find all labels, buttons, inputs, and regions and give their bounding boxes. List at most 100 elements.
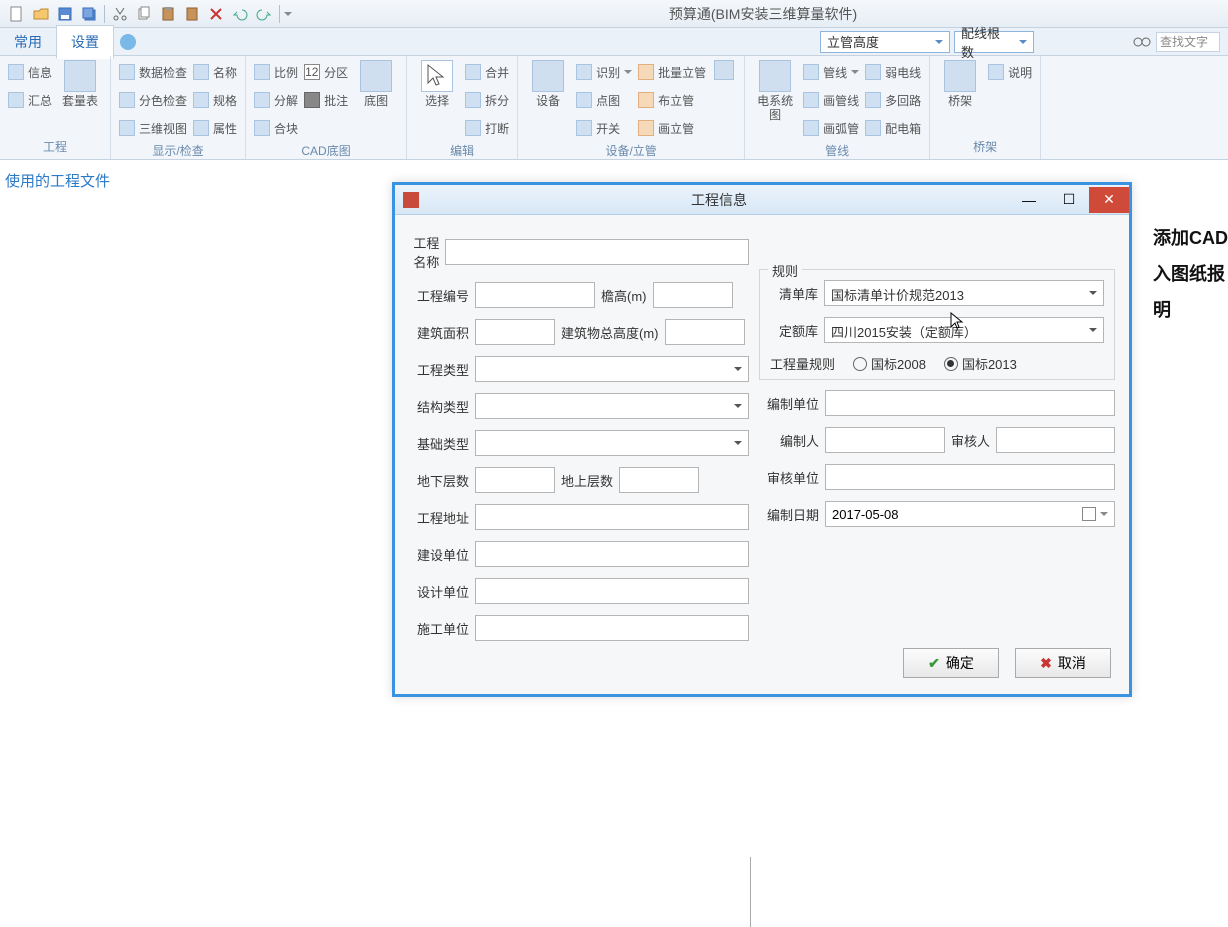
save-icon[interactable] bbox=[54, 3, 76, 25]
gb2008-radio[interactable]: 国标2008 bbox=[853, 354, 926, 373]
rule-group: 规则 清单库国标清单计价规范2013 定额库四川2015安装（定额库） 工程量规… bbox=[759, 269, 1115, 380]
info-button[interactable]: 信息 bbox=[8, 60, 52, 84]
struct-type-select[interactable] bbox=[475, 393, 749, 419]
cancel-button[interactable]: ✖取消 bbox=[1015, 648, 1111, 678]
ribbon-group-tray: 桥架 说明 桥架 bbox=[930, 56, 1041, 159]
found-type-select[interactable] bbox=[475, 430, 749, 456]
dist-box-button[interactable]: 配电箱 bbox=[865, 116, 921, 140]
find-input[interactable]: 查找文字 bbox=[1156, 32, 1220, 52]
title-bar: 预算通(BIM安装三维算量软件) bbox=[0, 0, 1228, 28]
annotate-button[interactable]: 批注 bbox=[304, 88, 348, 112]
zone-button[interactable]: 12分区 bbox=[304, 60, 348, 84]
open-icon[interactable] bbox=[30, 3, 52, 25]
ok-button[interactable]: ✔确定 bbox=[903, 648, 999, 678]
compiler-input[interactable] bbox=[825, 427, 945, 453]
paste-icon[interactable] bbox=[157, 3, 179, 25]
qty-table-button[interactable]: 套量表 bbox=[58, 60, 102, 108]
weak-wire-button[interactable]: 弱电线 bbox=[865, 60, 921, 84]
binoculars-icon[interactable] bbox=[1132, 32, 1152, 52]
ribbon-group-edit: 选择 合并 拆分 打断 编辑 bbox=[407, 56, 518, 159]
ribbon-group-pipe: 电系统图 管线 画管线 画弧管 弱电线 多回路 配电箱 管线 bbox=[745, 56, 930, 159]
project-type-select[interactable] bbox=[475, 356, 749, 382]
paste2-icon[interactable] bbox=[181, 3, 203, 25]
explode-button[interactable]: 分解 bbox=[254, 88, 298, 112]
multi-loop-button[interactable]: 多回路 bbox=[865, 88, 921, 112]
eaves-height-input[interactable] bbox=[653, 282, 733, 308]
review-unit-input[interactable] bbox=[825, 464, 1115, 490]
project-no-input[interactable] bbox=[475, 282, 595, 308]
build-unit-input[interactable] bbox=[475, 541, 749, 567]
pipe-height-dropdown[interactable]: 立管高度 bbox=[820, 31, 950, 53]
new-icon[interactable] bbox=[6, 3, 28, 25]
data-check-button[interactable]: 数据检查 bbox=[119, 60, 187, 84]
device-button[interactable]: 设备 bbox=[526, 60, 570, 108]
merge-block-button[interactable]: 合块 bbox=[254, 116, 298, 140]
separator bbox=[104, 5, 105, 23]
vertical-line bbox=[750, 857, 751, 927]
attr-toggle[interactable]: 属性 bbox=[193, 116, 237, 140]
saveall-icon[interactable] bbox=[78, 3, 100, 25]
note-button[interactable]: 说明 bbox=[988, 60, 1032, 84]
batch-riser-button[interactable]: 批量立管 bbox=[638, 60, 706, 84]
undo-icon[interactable] bbox=[229, 3, 251, 25]
project-name-input[interactable] bbox=[445, 239, 749, 265]
basemap-button[interactable]: 底图 bbox=[354, 60, 398, 108]
calendar-icon[interactable] bbox=[1082, 507, 1096, 521]
tray-button[interactable]: 桥架 bbox=[938, 60, 982, 108]
split-button[interactable]: 拆分 bbox=[465, 88, 509, 112]
ribbon-group-cad: 比例 分解 合块 12分区 批注 底图 CAD底图 bbox=[246, 56, 407, 159]
tab-collapse-icon[interactable] bbox=[120, 34, 136, 50]
place-riser-button[interactable]: 布立管 bbox=[638, 88, 706, 112]
tab-common[interactable]: 常用 bbox=[0, 26, 56, 58]
minimize-button[interactable]: — bbox=[1009, 187, 1049, 213]
ribbon-group-device: 设备 识别 点图 开关 批量立管 布立管 画立管 设备/立管 bbox=[518, 56, 745, 159]
draw-pipe-button[interactable]: 画管线 bbox=[803, 88, 859, 112]
close-button[interactable]: ✕ bbox=[1089, 187, 1129, 213]
draw-riser-button[interactable]: 画立管 bbox=[638, 116, 706, 140]
address-input[interactable] bbox=[475, 504, 749, 530]
separator bbox=[279, 5, 280, 23]
cut-icon[interactable] bbox=[109, 3, 131, 25]
switch-button[interactable]: 开关 bbox=[576, 116, 632, 140]
name-toggle[interactable]: 名称 bbox=[193, 60, 237, 84]
design-unit-input[interactable] bbox=[475, 578, 749, 604]
tabs-row: 常用 设置 立管高度 配线根数 查找文字 bbox=[0, 28, 1228, 56]
draw-arc-button[interactable]: 画弧管 bbox=[803, 116, 859, 140]
below-floors-input[interactable] bbox=[475, 467, 555, 493]
wire-count-dropdown[interactable]: 配线根数 bbox=[954, 31, 1034, 53]
above-floors-input[interactable] bbox=[619, 467, 699, 493]
color-check-button[interactable]: 分色检查 bbox=[119, 88, 187, 112]
summary-button[interactable]: 汇总 bbox=[8, 88, 52, 112]
quotalib-select[interactable]: 四川2015安装（定额库） bbox=[824, 317, 1104, 343]
spec-toggle[interactable]: 规格 bbox=[193, 88, 237, 112]
tab-settings[interactable]: 设置 bbox=[56, 25, 114, 59]
recognize-button[interactable]: 识别 bbox=[576, 60, 632, 84]
redo-icon[interactable] bbox=[253, 3, 275, 25]
pipe-button[interactable]: 管线 bbox=[803, 60, 859, 84]
compile-unit-input[interactable] bbox=[825, 390, 1115, 416]
dialog-title: 工程信息 bbox=[429, 190, 1009, 210]
elec-sys-button[interactable]: 电系统图 bbox=[753, 60, 797, 123]
merge-button[interactable]: 合并 bbox=[465, 60, 509, 84]
point-fig-button[interactable]: 点图 bbox=[576, 88, 632, 112]
total-height-input[interactable] bbox=[665, 319, 745, 345]
riser-extra-button[interactable] bbox=[712, 60, 736, 80]
compile-date-input[interactable]: 2017-05-08 bbox=[825, 501, 1115, 527]
gb2013-radio[interactable]: 国标2013 bbox=[944, 354, 1017, 373]
copy-icon[interactable] bbox=[133, 3, 155, 25]
const-unit-input[interactable] bbox=[475, 615, 749, 641]
quick-access-toolbar bbox=[0, 3, 298, 25]
scale-button[interactable]: 比例 bbox=[254, 60, 298, 84]
ribbon-group-project: 信息 汇总 套量表 工程 bbox=[0, 56, 111, 159]
3d-view-button[interactable]: 三维视图 bbox=[119, 116, 187, 140]
project-info-dialog: 工程信息 — ☐ ✕ 工程名称 工程编号檐高(m) 建筑面积建筑物总高度(m) … bbox=[392, 182, 1132, 697]
area-input[interactable] bbox=[475, 319, 555, 345]
select-button[interactable]: 选择 bbox=[415, 60, 459, 108]
maximize-button[interactable]: ☐ bbox=[1049, 187, 1089, 213]
reviewer-input[interactable] bbox=[996, 427, 1115, 453]
listlib-select[interactable]: 国标清单计价规范2013 bbox=[824, 280, 1104, 306]
delete-icon[interactable] bbox=[205, 3, 227, 25]
dialog-titlebar[interactable]: 工程信息 — ☐ ✕ bbox=[395, 185, 1129, 215]
qat-more-icon[interactable] bbox=[284, 12, 292, 20]
break-button[interactable]: 打断 bbox=[465, 116, 509, 140]
